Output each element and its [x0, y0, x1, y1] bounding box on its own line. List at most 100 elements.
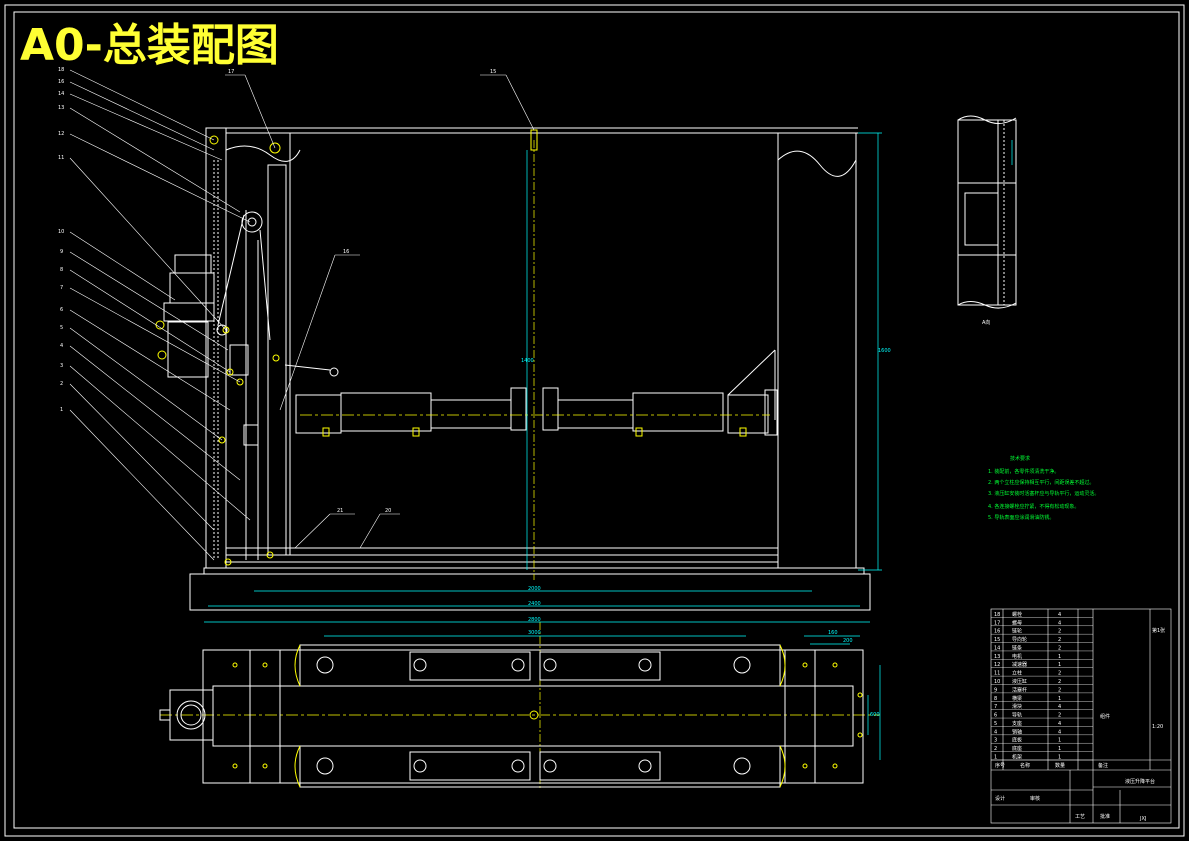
tb-cell-qty: 2 [1058, 671, 1061, 677]
tb-header-name: 名称 [1020, 762, 1030, 769]
tb-cell-qty: 4 [1058, 729, 1061, 735]
tb-cell-qty: 4 [1058, 620, 1061, 626]
dim-height-1: 1600 [878, 348, 891, 354]
dim-width-2: 2400 [528, 601, 541, 607]
dim-height-2: 1400 [521, 358, 534, 364]
tb-cell-no: 2 [994, 746, 997, 752]
balloon-3: 3 [60, 363, 63, 369]
balloon-18: 18 [58, 67, 64, 73]
tb-process: 工艺 [1075, 814, 1085, 820]
tb-cell-qty: 1 [1058, 696, 1061, 702]
tb-material: 组件 [1100, 713, 1110, 720]
tb-cell-qty: 1 [1058, 755, 1061, 761]
notes-heading: 技术要求 [1010, 455, 1030, 462]
sprocket-upper [241, 211, 263, 233]
dim-plan-side-1: 160 [828, 630, 838, 636]
detail-view-a [957, 115, 1017, 309]
tb-cell-qty: 1 [1058, 654, 1061, 660]
balloon-21: 21 [337, 508, 343, 514]
balloon-5: 5 [60, 325, 63, 331]
tb-cell-name: 螺栓 [1012, 611, 1022, 618]
balloon-13: 13 [58, 105, 64, 111]
tb-cell-no: 18 [994, 612, 1000, 618]
tb-header-remark: 备注 [1098, 762, 1108, 769]
tb-drawing-name: 液压升降平台 [1125, 778, 1155, 785]
balloon-7: 7 [60, 285, 63, 291]
right-column [777, 132, 857, 569]
tb-cell-no: 5 [994, 721, 997, 727]
tb-cell-name: 导向轮 [1012, 636, 1027, 643]
balloon-20: 20 [385, 508, 391, 514]
carriage-block [295, 394, 342, 434]
plan-view [159, 644, 864, 788]
tb-cell-name: 电机 [1012, 653, 1022, 660]
tb-cell-no: 14 [994, 645, 1000, 651]
left-column-wall [205, 127, 227, 569]
tb-cell-qty: 4 [1058, 721, 1061, 727]
tb-cell-no: 10 [994, 679, 1000, 685]
tb-cell-qty: 1 [1058, 662, 1061, 668]
balloon-16: 16 [58, 79, 64, 85]
tb-cell-name: 销轴 [1012, 728, 1022, 735]
tb-cell-qty: 2 [1058, 645, 1061, 651]
balloon-6: 6 [60, 307, 63, 313]
dim-plan-side-2: 200 [843, 638, 853, 644]
detail-label: A向 [982, 319, 990, 326]
technical-notes: 技术要求 1. 装配前，各零件须清洗干净。 2. 两个立柱应保持相互平行，间距误… [988, 455, 1099, 521]
tb-cell-name: 底座 [1012, 745, 1022, 752]
balloon-2: 2 [60, 381, 63, 387]
tb-cell-qty: 2 [1058, 713, 1061, 719]
tb-cell-no: 8 [994, 696, 997, 702]
tb-header-no: 序号 [995, 762, 1005, 769]
tb-header-qty: 数量 [1055, 762, 1065, 769]
tb-cell-no: 16 [994, 629, 1000, 635]
plan-frame [212, 685, 854, 747]
tb-cell-name: 链轮 [1012, 628, 1022, 635]
tb-company: JXJ [1139, 816, 1146, 822]
tb-cell-no: 12 [994, 662, 1000, 668]
balloon-17: 17 [228, 69, 234, 75]
note-3: 3. 液压缸安装时活塞杆应与导轨平行，运动灵活。 [988, 490, 1099, 497]
tb-review: 审核 [1030, 795, 1040, 802]
note-5: 5. 导轨表面应涂润滑油防锈。 [988, 514, 1054, 521]
guide-rail [267, 164, 287, 556]
tb-cell-qty: 2 [1058, 629, 1061, 635]
balloon-9: 9 [60, 249, 63, 255]
tb-cell-name: 活塞杆 [1012, 686, 1027, 693]
tb-cell-qty: 1 [1058, 746, 1061, 752]
tb-cell-name: 机架 [1012, 754, 1022, 761]
balloon-10: 10 [58, 229, 64, 235]
balloon-15: 15 [490, 69, 496, 75]
tb-cell-qty: 2 [1058, 637, 1061, 643]
note-2: 2. 两个立柱应保持相互平行，间距误差不超过。 [988, 479, 1094, 486]
fork-arm-right [632, 392, 724, 432]
note-1: 1. 装配前，各零件须清洗干净。 [988, 468, 1059, 475]
balloon-8: 8 [60, 267, 63, 273]
gearbox [167, 321, 209, 378]
balloon-14: 14 [58, 91, 64, 97]
front-elevation [155, 127, 871, 611]
tb-cell-no: 3 [994, 738, 997, 744]
note-4: 4. 各连接螺栓应拧紧，不得有松动现象。 [988, 503, 1079, 510]
tb-cell-qty: 2 [1058, 679, 1061, 685]
tb-sheet: 第1张 [1152, 627, 1165, 634]
tb-cell-no: 4 [994, 729, 997, 735]
tb-cell-no: 13 [994, 654, 1000, 660]
tb-design: 设计 [995, 795, 1005, 802]
fork-arm-left [340, 392, 432, 432]
balloon-4: 4 [60, 343, 63, 349]
tb-approve: 批准 [1100, 813, 1110, 820]
drawing-canvas: A0-总装配图 1600 1400 2000 2400 2800 3000 16… [4, 4, 1185, 837]
tb-scale: 1:20 [1152, 724, 1163, 730]
tb-cell-no: 9 [994, 687, 997, 693]
tb-cell-qty: 4 [1058, 704, 1061, 710]
balloon-16b: 16 [343, 249, 349, 255]
drawing-title: A0-总装配图 [20, 20, 279, 71]
dim-width-3: 2800 [528, 617, 541, 623]
tb-cell-name: 减速器 [1012, 661, 1027, 668]
tb-cell-name: 链条 [1012, 644, 1022, 651]
tb-cell-no: 17 [994, 620, 1000, 626]
tb-cell-no: 11 [994, 671, 1000, 677]
part-balloons: 18 16 14 13 12 11 10 9 8 7 6 5 4 3 2 1 1… [58, 67, 496, 514]
dimensions [204, 132, 1013, 760]
